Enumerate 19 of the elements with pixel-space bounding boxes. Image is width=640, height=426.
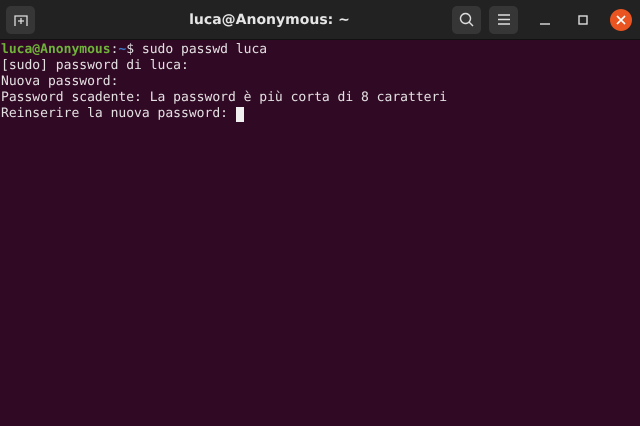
menu-icon (498, 14, 510, 25)
new-tab-button[interactable] (6, 6, 35, 34)
window-title: luca@Anonymous: ~ (188, 12, 351, 28)
terminal-text: ~ (118, 42, 126, 58)
new-tab-icon (14, 12, 28, 26)
search-button[interactable] (452, 6, 481, 34)
terminal-text: luca@Anonymous (1, 42, 111, 58)
close-button[interactable] (610, 8, 632, 30)
close-icon (616, 14, 626, 24)
minimize-icon (540, 22, 550, 24)
terminal-text: Password scadente: La password è più corta di 8 caratteri (1, 90, 448, 106)
terminal-text: $ sudo passwd luca (126, 42, 268, 58)
maximize-icon (578, 14, 588, 24)
search-icon (459, 12, 474, 27)
terminal-text: : (110, 42, 118, 58)
menu-button[interactable] (489, 6, 518, 34)
terminal-text: Reinserire la nuova password: (1, 106, 229, 122)
terminal-text: Nuova password: (1, 74, 118, 90)
terminal-text: [sudo] password di luca: (1, 58, 189, 74)
